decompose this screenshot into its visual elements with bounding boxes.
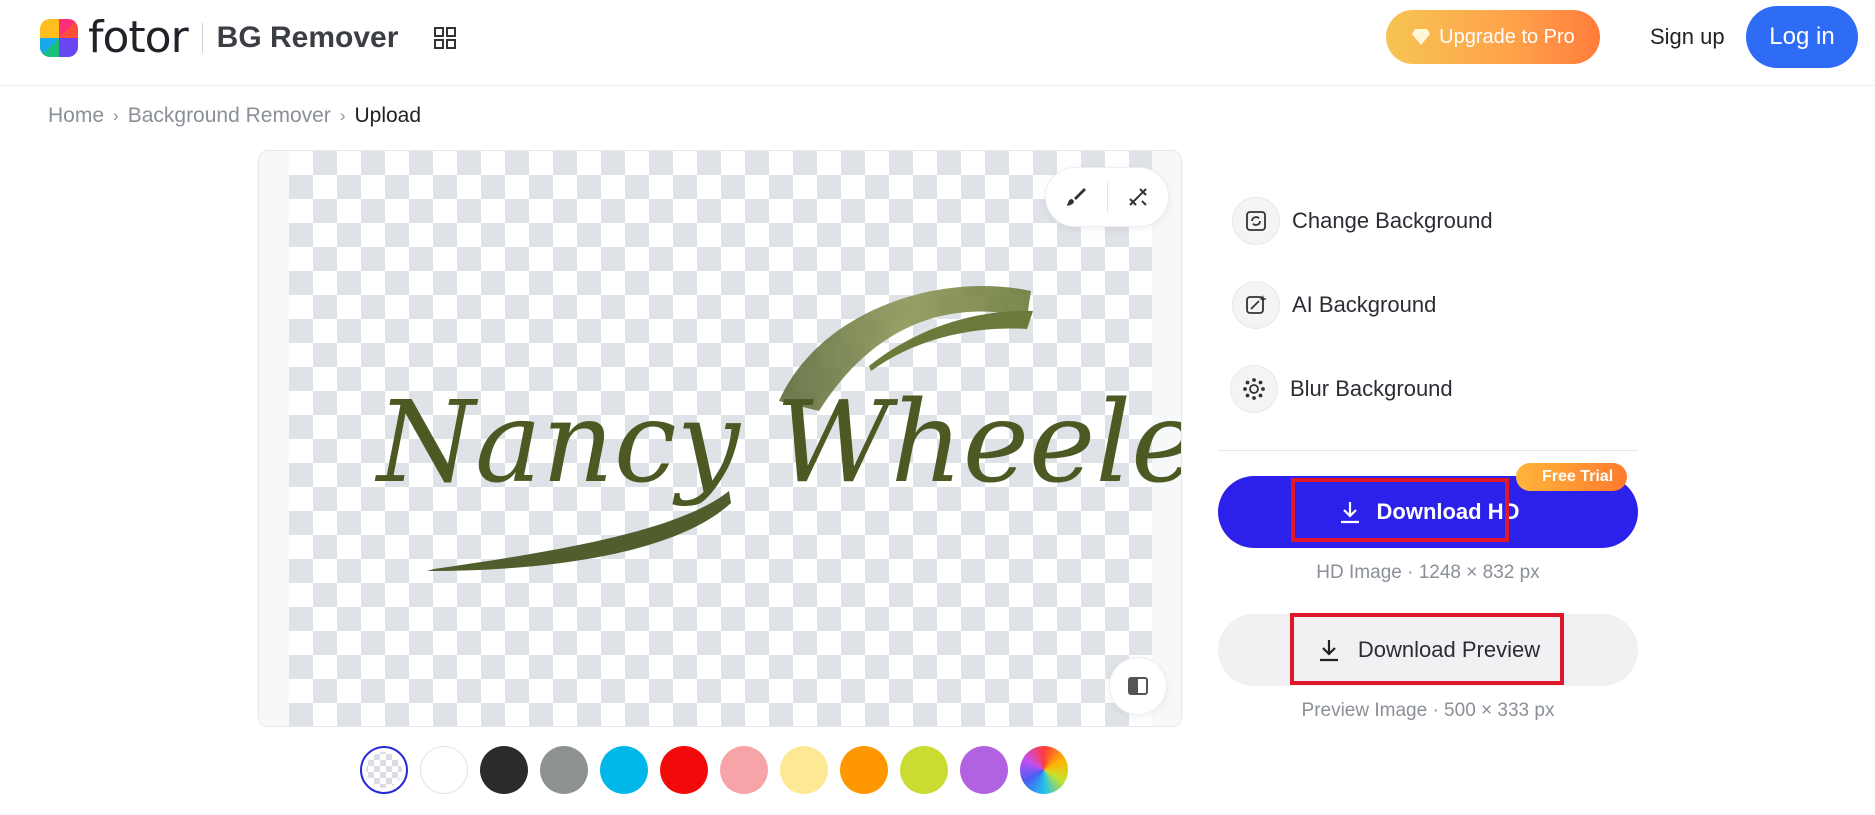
brush-tool-button[interactable] [1046, 167, 1107, 227]
upgrade-label: Upgrade to Pro [1439, 25, 1575, 48]
swatch-white[interactable] [420, 746, 468, 794]
change-background-icon [1232, 197, 1280, 245]
ai-background-option[interactable]: AI Background [1232, 281, 1436, 329]
eraser-tool-button[interactable] [1107, 167, 1168, 227]
swatch-red[interactable] [660, 746, 708, 794]
swatch-yellow[interactable] [780, 746, 828, 794]
breadcrumb-background-remover[interactable]: Background Remover [128, 104, 331, 128]
logo-divider [201, 23, 203, 53]
swatch-lime[interactable] [900, 746, 948, 794]
swatch-purple[interactable] [960, 746, 1008, 794]
compare-button[interactable] [1109, 657, 1167, 715]
signature-image: Nancy Wheeler [374, 285, 1182, 571]
restore-erase-icon [1129, 188, 1147, 206]
download-preview-highlight [1290, 613, 1564, 685]
swatch-custom-color[interactable] [1020, 746, 1068, 794]
preview-image-info: Preview Image · 500 × 333 px [1301, 700, 1555, 721]
hd-image-info: HD Image · 1248 × 832 px [1316, 562, 1540, 583]
swatch-transparent[interactable] [360, 746, 408, 794]
blur-background-icon [1230, 365, 1278, 413]
free-trial-badge: Free Trial [1516, 463, 1628, 491]
download-hd-highlight [1291, 478, 1509, 542]
brush-icon [1067, 188, 1087, 206]
blur-background-option[interactable]: Blur Background [1230, 365, 1453, 413]
diamond-icon [1412, 29, 1431, 45]
chevron-right-icon: › [339, 106, 346, 125]
apps-grid-icon[interactable] [433, 26, 457, 50]
breadcrumb: Home › Background Remover › Upload [48, 104, 421, 128]
product-name: BG Remover [216, 21, 399, 54]
brand-name: fotor [88, 12, 189, 63]
compare-icon [1128, 677, 1148, 695]
fotor-logo[interactable]: fotor BG Remover [40, 12, 399, 63]
swatch-gray[interactable] [540, 746, 588, 794]
breadcrumb-current: Upload [354, 104, 422, 127]
swatch-orange[interactable] [840, 746, 888, 794]
ai-background-icon [1232, 281, 1280, 329]
top-header: fotor BG Remover Upgrade to Pro Sign up … [0, 0, 1875, 86]
signature-text: Nancy Wheeler [374, 378, 1182, 508]
ai-background-label: AI Background [1292, 292, 1437, 317]
change-background-option[interactable]: Change Background [1232, 197, 1493, 245]
sign-up-link[interactable]: Sign up [1650, 22, 1725, 52]
blur-background-label: Blur Background [1290, 376, 1453, 401]
panel-divider [1218, 450, 1638, 451]
swatch-black[interactable] [480, 746, 528, 794]
swatch-cyan[interactable] [600, 746, 648, 794]
change-background-label: Change Background [1292, 208, 1493, 233]
upgrade-to-pro-button[interactable]: Upgrade to Pro [1386, 10, 1600, 64]
edit-tools [1045, 167, 1169, 227]
log-in-button[interactable]: Log in [1746, 6, 1858, 68]
swatch-pink[interactable] [720, 746, 768, 794]
chevron-right-icon: › [113, 106, 119, 125]
image-canvas[interactable]: Nancy Wheeler [258, 150, 1182, 727]
breadcrumb-home[interactable]: Home [48, 104, 104, 128]
fotor-logo-icon [40, 19, 78, 57]
background-color-swatches [360, 746, 1068, 794]
